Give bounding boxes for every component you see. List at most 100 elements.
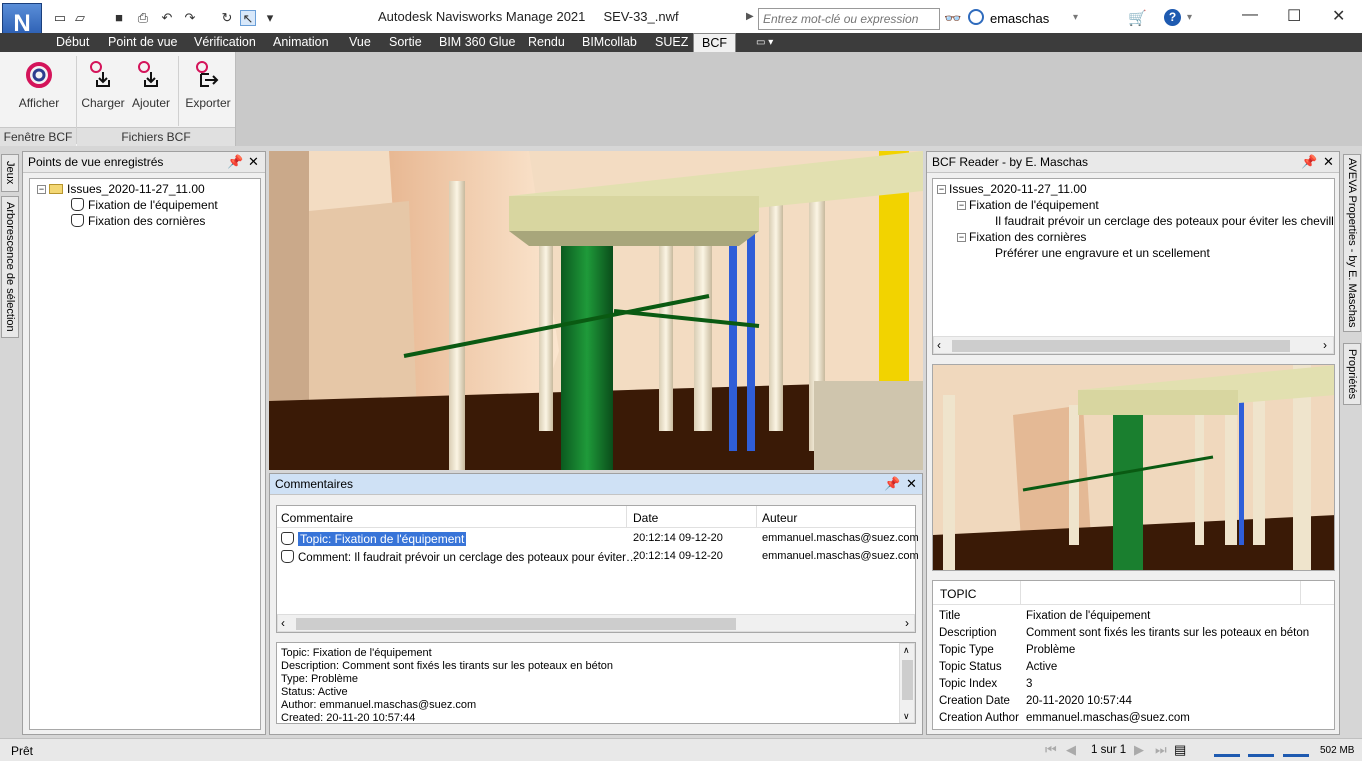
prop-row: Title Fixation de l'équipement xyxy=(939,607,1309,624)
3d-scene xyxy=(269,151,923,470)
tab-verification[interactable]: Vérification xyxy=(194,35,256,50)
prop-value: emmanuel.maschas@suez.com xyxy=(1026,711,1190,724)
comment-row[interactable]: Comment: Il faudrait prévoir un cerclage… xyxy=(277,549,919,565)
tab-bim360-glue[interactable]: BIM 360 Glue xyxy=(439,35,515,50)
viewpoint-item[interactable]: Fixation des cornières xyxy=(71,214,205,228)
select-cursor-icon[interactable]: ↖ xyxy=(240,10,256,26)
col-auteur[interactable]: Auteur xyxy=(762,511,797,525)
help-dropdown-icon[interactable]: ▾ xyxy=(1187,12,1192,23)
user-name[interactable]: emaschas xyxy=(990,11,1049,26)
charger-button[interactable]: Charger xyxy=(80,60,126,110)
tab-vue[interactable]: Vue xyxy=(349,35,371,50)
next-page-icon[interactable]: ▶ xyxy=(1134,742,1144,758)
comments-title: Commentaires xyxy=(270,474,922,495)
last-page-icon[interactable]: ⏭ xyxy=(1155,742,1167,758)
detail-line: Status: Active xyxy=(281,686,348,698)
comment-row[interactable]: Topic: Fixation de l'équipement 20:12:14… xyxy=(277,531,919,547)
col-date[interactable]: Date xyxy=(633,511,658,525)
save-icon[interactable]: ■ xyxy=(111,10,127,26)
col-commentaire[interactable]: Commentaire xyxy=(281,511,353,525)
sidetab-arborescence[interactable]: Arborescence de sélection xyxy=(1,196,19,338)
prop-key: Topic Status xyxy=(939,660,1002,673)
collapse-icon[interactable]: − xyxy=(937,185,946,194)
prop-row: Creation Date 20-11-2020 10:57:44 xyxy=(939,692,1309,709)
collapse-icon[interactable]: − xyxy=(37,185,46,194)
scroll-thumb[interactable] xyxy=(296,618,736,630)
bcf-reader-panel: BCF Reader - by E. Maschas 📌 ✕ − Issues_2… xyxy=(926,151,1340,735)
sheet-browser-icon[interactable]: ▤ xyxy=(1174,742,1186,758)
collapse-icon[interactable]: − xyxy=(957,233,966,242)
tab-debut[interactable]: Début xyxy=(56,35,89,50)
sidetab-jeux[interactable]: Jeux xyxy=(1,154,19,192)
viewpoint-item[interactable]: Fixation de l'équipement xyxy=(71,198,218,212)
panel-close-icon[interactable]: ✕ xyxy=(248,155,259,169)
bcf-tree-root[interactable]: − Issues_2020-11-27_11.00 xyxy=(937,182,1087,196)
sidetab-aveva-properties[interactable]: AVEVA Properties - by E. Maschas xyxy=(1343,154,1361,332)
scroll-right-icon[interactable]: › xyxy=(905,616,909,630)
binoculars-icon[interactable]: 👓 xyxy=(944,10,961,27)
tab-bcf[interactable]: BCF xyxy=(693,33,736,52)
pin-icon[interactable]: 📌 xyxy=(227,155,243,169)
search-expand-icon[interactable]: ▶ xyxy=(746,11,754,22)
close-button[interactable]: ✕ xyxy=(1332,6,1345,26)
prop-key: Creation Author xyxy=(939,711,1019,724)
tab-point-de-vue[interactable]: Point de vue xyxy=(108,35,178,50)
new-file-icon[interactable]: ▭ xyxy=(52,10,68,26)
pin-icon[interactable]: 📌 xyxy=(884,477,900,491)
comment-text: Topic: Fixation de l'équipement xyxy=(298,532,467,546)
tree-folder[interactable]: − Issues_2020-11-27_11.00 xyxy=(37,182,205,196)
file-name: SEV-33_.nwf xyxy=(603,9,679,24)
cart-icon[interactable]: 🛒 xyxy=(1128,9,1147,27)
tab-rendu[interactable]: Rendu xyxy=(528,35,565,50)
redo-icon[interactable]: ↷ xyxy=(182,10,198,26)
scroll-down-icon[interactable]: ∨ xyxy=(903,710,910,723)
refresh-icon[interactable]: ↻ xyxy=(219,10,235,26)
sidetab-proprietes[interactable]: Propriétés xyxy=(1343,343,1361,405)
memory-usage: 502 MB xyxy=(1320,745,1355,756)
collapse-icon[interactable]: − xyxy=(957,201,966,210)
ajouter-button[interactable]: Ajouter xyxy=(128,60,174,110)
maximize-button[interactable]: ☐ xyxy=(1287,6,1301,26)
tab-sortie[interactable]: Sortie xyxy=(389,35,422,50)
first-page-icon[interactable]: ⏮ xyxy=(1045,742,1057,758)
detail-line: Description: Comment sont fixés les tira… xyxy=(281,660,613,672)
exporter-button[interactable]: Exporter xyxy=(183,60,233,110)
scroll-left-icon[interactable]: ‹ xyxy=(937,338,941,352)
3d-viewport[interactable] xyxy=(269,151,923,470)
bcf-comment[interactable]: Préférer une engravure et un scellement xyxy=(995,246,1210,260)
user-dropdown-icon[interactable]: ▾ xyxy=(1073,12,1078,23)
print-icon[interactable]: ⎙ xyxy=(135,10,151,26)
bcf-topic[interactable]: − Fixation de l'équipement xyxy=(957,198,1099,212)
col-divider xyxy=(1020,581,1021,605)
prop-value: 20-11-2020 10:57:44 xyxy=(1026,694,1132,707)
help-icon[interactable]: ? xyxy=(1164,9,1181,26)
panel-close-icon[interactable]: ✕ xyxy=(1323,155,1334,169)
bcf-topic[interactable]: − Fixation des cornières xyxy=(957,230,1086,244)
tab-suez[interactable]: SUEZ xyxy=(655,35,688,50)
search-input[interactable] xyxy=(758,8,940,30)
bcf-comment[interactable]: Il faudrait prévoir un cerclage des pote… xyxy=(995,214,1334,228)
undo-icon[interactable]: ↶ xyxy=(159,10,175,26)
viewpoints-tree: − Issues_2020-11-27_11.00 Fixation de l'é… xyxy=(29,178,261,730)
horizontal-scrollbar[interactable]: ‹ › xyxy=(277,614,915,632)
afficher-button[interactable]: Afficher xyxy=(14,60,64,110)
props-header: TOPIC xyxy=(933,581,1334,605)
scroll-thumb[interactable] xyxy=(902,660,913,700)
tab-bimcollab[interactable]: BIMcollab xyxy=(582,35,637,50)
pin-icon[interactable]: 📌 xyxy=(1301,155,1317,169)
horizontal-scrollbar[interactable]: ‹ › xyxy=(933,336,1334,354)
panel-close-icon[interactable]: ✕ xyxy=(906,477,917,491)
ribbon-minimize-icon[interactable]: ▭ ▾ xyxy=(756,35,773,50)
vertical-scrollbar[interactable]: ∧ ∨ xyxy=(899,643,915,723)
scroll-left-icon[interactable]: ‹ xyxy=(281,616,285,630)
tab-animation[interactable]: Animation xyxy=(273,35,329,50)
minimize-button[interactable]: — xyxy=(1242,6,1258,24)
import-bcf-icon xyxy=(88,60,118,90)
comment-text: Comment: Il faudrait prévoir un cerclage… xyxy=(298,552,638,564)
open-file-icon[interactable]: ▱ xyxy=(72,10,88,26)
scroll-thumb[interactable] xyxy=(952,340,1290,352)
scroll-up-icon[interactable]: ∧ xyxy=(903,644,910,657)
qat-dropdown-icon[interactable]: ▾ xyxy=(262,10,278,26)
scroll-right-icon[interactable]: › xyxy=(1323,338,1327,352)
previous-page-icon[interactable]: ◀ xyxy=(1066,742,1076,758)
